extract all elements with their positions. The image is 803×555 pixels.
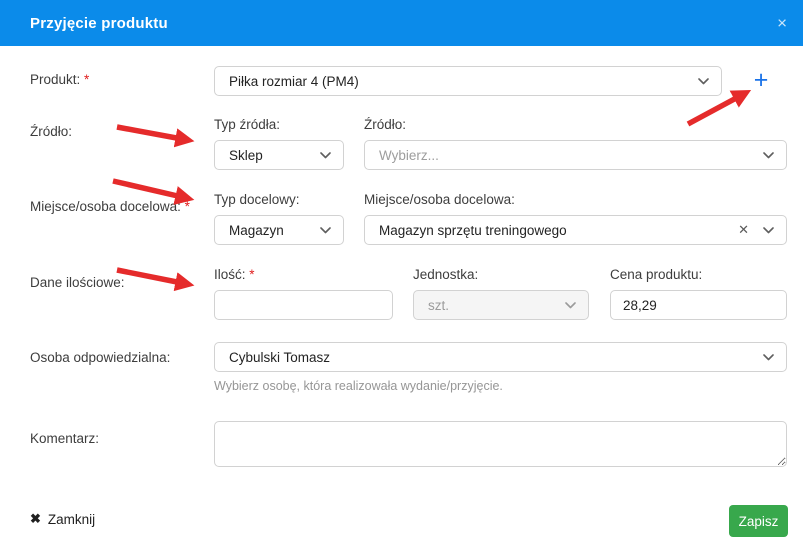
modal-title: Przyjęcie produktu (30, 15, 168, 32)
required-asterisk: * (84, 72, 89, 87)
modal-header: Przyjęcie produktu × (0, 0, 803, 46)
required-asterisk: * (185, 199, 190, 214)
close-modal-button[interactable]: ✖ Zamknij (30, 511, 95, 527)
chevron-down-icon (763, 354, 774, 361)
miejsce-select-value: Magazyn sprzętu treningowego (379, 223, 738, 238)
komentarz-textarea[interactable] (214, 421, 787, 467)
chevron-down-icon (565, 302, 576, 309)
close-icon[interactable]: × (773, 11, 791, 36)
cena-input[interactable] (610, 290, 787, 320)
zrodlo-select-label: Źródło: (364, 117, 406, 132)
miejsce-select[interactable]: Magazyn sprzętu treningowego ✕ (364, 215, 787, 245)
zrodlo-row-label: Źródło: (30, 124, 72, 139)
chevron-down-icon (698, 78, 709, 85)
ilosc-label: Ilość: * (214, 267, 255, 282)
osoba-helper-text: Wybierz osobę, która realizowała wydanie… (214, 379, 503, 393)
typ-zrodla-select[interactable]: Sklep (214, 140, 344, 170)
close-modal-label: Zamknij (48, 512, 95, 527)
typ-docelowy-select[interactable]: Magazyn (214, 215, 344, 245)
close-x-icon: ✖ (30, 511, 41, 527)
zrodlo-select[interactable]: Wybierz... (364, 140, 787, 170)
jednostka-select-value: szt. (428, 298, 557, 313)
save-button[interactable]: Zapisz (729, 505, 788, 537)
produkt-select[interactable]: Piłka rozmiar 4 (PM4) (214, 66, 722, 96)
chevron-down-icon (763, 227, 774, 234)
osoba-row-label: Osoba odpowiedzialna: (30, 350, 170, 365)
osoba-select[interactable]: Cybulski Tomasz (214, 342, 787, 372)
cena-label: Cena produktu: (610, 267, 702, 282)
chevron-down-icon (320, 227, 331, 234)
miejsce-row-label: Miejsce/osoba docelowa: * (30, 199, 190, 214)
osoba-select-value: Cybulski Tomasz (229, 350, 755, 365)
annotation-arrow-typ-zrodla (110, 118, 205, 150)
typ-zrodla-label: Typ źródła: (214, 117, 280, 132)
jednostka-label: Jednostka: (413, 267, 478, 282)
add-product-button[interactable]: + (748, 66, 774, 94)
typ-docelowy-select-value: Magazyn (229, 223, 312, 238)
produkt-label: Produkt: * (30, 72, 89, 87)
chevron-down-icon (320, 152, 331, 159)
jednostka-select: szt. (413, 290, 589, 320)
typ-zrodla-select-value: Sklep (229, 148, 312, 163)
typ-docelowy-label: Typ docelowy: (214, 192, 300, 207)
modal-przyjecie-produktu: Przyjęcie produktu × Produkt: * Piłka ro… (0, 0, 803, 555)
zrodlo-select-placeholder: Wybierz... (379, 148, 755, 163)
ilosc-input[interactable] (214, 290, 393, 320)
komentarz-label: Komentarz: (30, 431, 99, 446)
chevron-down-icon (763, 152, 774, 159)
produkt-select-value: Piłka rozmiar 4 (PM4) (229, 74, 690, 89)
miejsce-select-label: Miejsce/osoba docelowa: (364, 192, 515, 207)
required-asterisk: * (249, 267, 254, 282)
clear-icon[interactable]: ✕ (738, 222, 749, 238)
dane-row-label: Dane ilościowe: (30, 275, 125, 290)
